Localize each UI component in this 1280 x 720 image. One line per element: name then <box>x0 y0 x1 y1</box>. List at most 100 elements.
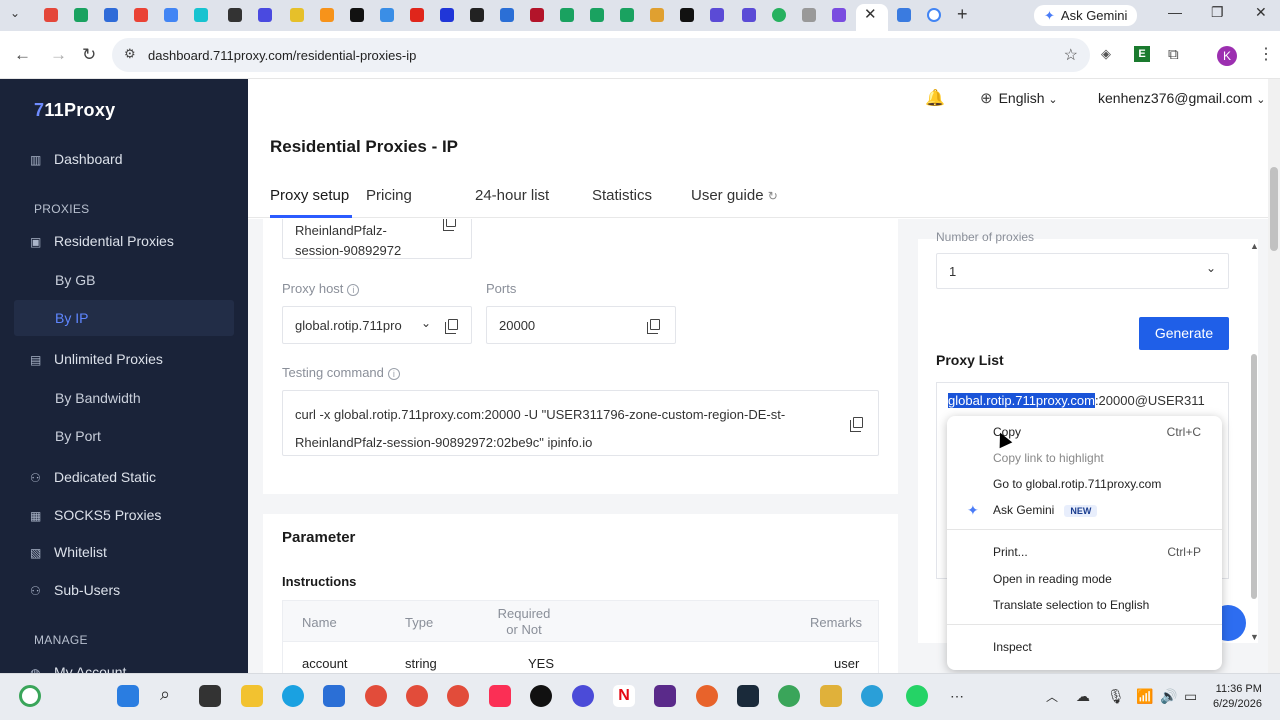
sidebar-item-my-account[interactable]: ◍ My Account <box>30 664 126 673</box>
more-apps-icon[interactable]: ⋯ <box>950 688 964 705</box>
back-icon[interactable]: ← <box>14 45 31 65</box>
chrome-taskbar-icon[interactable] <box>19 685 41 707</box>
sidebar-item-by-port[interactable]: By Port <box>55 428 101 444</box>
menu-item-ask-gemini[interactable]: Ask Gemini NEW <box>993 503 1098 517</box>
tab-proxy-setup[interactable]: Proxy setup <box>270 187 349 204</box>
evernote-extension-icon[interactable]: E <box>1134 46 1150 62</box>
new-tab-button[interactable]: + <box>957 4 968 25</box>
tab-favicon[interactable] <box>164 8 178 22</box>
address-bar[interactable]: ⚙ dashboard.711proxy.com/residential-pro… <box>112 38 1090 72</box>
site-info-icon[interactable]: ⚙ <box>124 46 136 62</box>
tab-favicon[interactable] <box>897 8 911 22</box>
browser-menu-icon[interactable]: ⋮ <box>1258 44 1274 64</box>
volume-icon[interactable]: 🔊 <box>1160 688 1177 705</box>
bell-icon[interactable]: 🔔 <box>925 88 945 108</box>
amazon-music-icon[interactable] <box>737 685 759 707</box>
tab-favicon[interactable] <box>710 8 724 22</box>
extension-icon[interactable]: ◈ <box>1101 46 1111 62</box>
copy-icon[interactable] <box>850 417 863 432</box>
panel-scrollbar-thumb[interactable] <box>1251 354 1257 599</box>
tab-favicon[interactable] <box>530 8 544 22</box>
tab-favicon[interactable] <box>104 8 118 22</box>
tab-pricing[interactable]: Pricing <box>366 187 412 204</box>
app-icon[interactable] <box>654 685 676 707</box>
tab-user-guide[interactable]: User guide ↻ <box>691 187 778 204</box>
chrome-profile-icon[interactable] <box>365 685 387 707</box>
tab-favicon[interactable] <box>680 8 694 22</box>
proxy-count-select[interactable]: 1 ⌄ <box>936 253 1229 289</box>
tab-statistics[interactable]: Statistics <box>592 187 652 204</box>
tab-favicon[interactable] <box>134 8 148 22</box>
copy-icon[interactable] <box>647 319 660 334</box>
edge-icon[interactable] <box>282 685 304 707</box>
forward-icon[interactable]: → <box>50 45 67 65</box>
copy-icon[interactable] <box>443 219 456 231</box>
chrome-profile-icon[interactable] <box>778 685 800 707</box>
tab-favicon[interactable] <box>380 8 394 22</box>
tab-favicon[interactable] <box>228 8 242 22</box>
minimize-icon[interactable]: — <box>1168 4 1182 20</box>
wifi-icon[interactable]: 📶 <box>1136 688 1153 705</box>
google-tab-icon[interactable] <box>927 8 941 22</box>
copy-icon[interactable] <box>445 319 458 334</box>
tab-favicon[interactable] <box>44 8 58 22</box>
tab-24-hour-list[interactable]: 24-hour list <box>475 187 549 204</box>
sidebar-item-residential[interactable]: ▣ Residential Proxies <box>30 233 174 249</box>
chrome-profile-icon[interactable] <box>447 685 469 707</box>
sidebar-item-socks5[interactable]: ▦ SOCKS5 Proxies <box>30 507 161 523</box>
window-close-icon[interactable]: ✕ <box>1255 4 1267 21</box>
search-icon[interactable]: ⌕ <box>160 684 170 705</box>
sidebar-item-dedicated[interactable]: ⚇ Dedicated Static <box>30 469 156 485</box>
menu-item-translate[interactable]: Translate selection to English <box>993 598 1149 612</box>
url-text[interactable]: dashboard.711proxy.com/residential-proxi… <box>148 48 416 63</box>
file-explorer-icon[interactable] <box>241 685 263 707</box>
user-menu[interactable]: kenhenz376@gmail.com ⌄ <box>1098 90 1265 106</box>
info-icon[interactable]: i <box>347 284 360 296</box>
app-icon[interactable] <box>696 685 718 707</box>
tab-favicon[interactable] <box>470 8 484 22</box>
tab-favicon[interactable] <box>290 8 304 22</box>
task-view-icon[interactable] <box>199 685 221 707</box>
profile-avatar[interactable]: K <box>1217 46 1237 66</box>
tab-favicon[interactable] <box>258 8 272 22</box>
tab-search-icon[interactable]: ⌄ <box>10 6 20 20</box>
tab-favicon[interactable] <box>620 8 634 22</box>
logo[interactable]: 711Proxy <box>34 100 115 121</box>
chrome-profile-icon[interactable] <box>406 685 428 707</box>
sidebar-item-subusers[interactable]: ⚇ Sub-Users <box>30 582 120 598</box>
tab-favicon[interactable] <box>560 8 574 22</box>
network-icon[interactable]: ☁ <box>1076 688 1090 705</box>
menu-item-copy-link[interactable]: Copy link to highlight <box>993 451 1104 465</box>
tab-favicon[interactable] <box>410 8 424 22</box>
tab-favicon[interactable] <box>832 8 846 22</box>
clock[interactable]: 11:36 PM 6/29/2026 <box>1213 682 1262 712</box>
extensions-puzzle-icon[interactable]: ⧉ <box>1168 46 1179 63</box>
menu-item-print[interactable]: Print... <box>993 545 1028 559</box>
sidebar-item-dashboard[interactable]: ▥ Dashboard <box>30 151 123 167</box>
language-selector[interactable]: ⊕ English ⌄ <box>980 89 1058 107</box>
testing-command-box[interactable]: curl -x global.rotip.711proxy.com:20000 … <box>282 390 879 456</box>
tab-favicon[interactable] <box>194 8 208 22</box>
proxy-host-select[interactable]: global.rotip.711pro ⌄ <box>282 306 472 344</box>
tab-favicon[interactable] <box>742 8 756 22</box>
tab-favicon[interactable] <box>802 8 816 22</box>
tab-favicon[interactable] <box>350 8 364 22</box>
ask-gemini-button[interactable]: ✦ Ask Gemini <box>1034 5 1138 26</box>
scroll-down-icon[interactable]: ▼ <box>1250 632 1259 642</box>
page-scrollbar-thumb[interactable] <box>1270 167 1278 251</box>
reload-icon[interactable]: ↻ <box>82 45 96 65</box>
generate-button[interactable]: Generate <box>1139 317 1229 350</box>
info-icon[interactable]: i <box>387 368 400 380</box>
maximize-icon[interactable]: ❐ <box>1211 4 1224 21</box>
bookmark-star-icon[interactable]: ☆ <box>1064 45 1078 65</box>
menu-item-inspect[interactable]: Inspect <box>993 640 1032 654</box>
netflix-icon[interactable]: N <box>613 685 635 707</box>
sidebar-item-by-bandwidth[interactable]: By Bandwidth <box>55 390 141 406</box>
sidebar-item-by-ip[interactable]: By IP <box>55 310 88 326</box>
scroll-up-icon[interactable]: ▲ <box>1250 241 1259 251</box>
tab-close-icon[interactable]: ✕ <box>864 5 877 23</box>
menu-item-reading-mode[interactable]: Open in reading mode <box>993 572 1112 586</box>
app-icon[interactable] <box>572 685 594 707</box>
threads-icon[interactable] <box>530 685 552 707</box>
page-scrollbar[interactable] <box>1268 79 1280 673</box>
